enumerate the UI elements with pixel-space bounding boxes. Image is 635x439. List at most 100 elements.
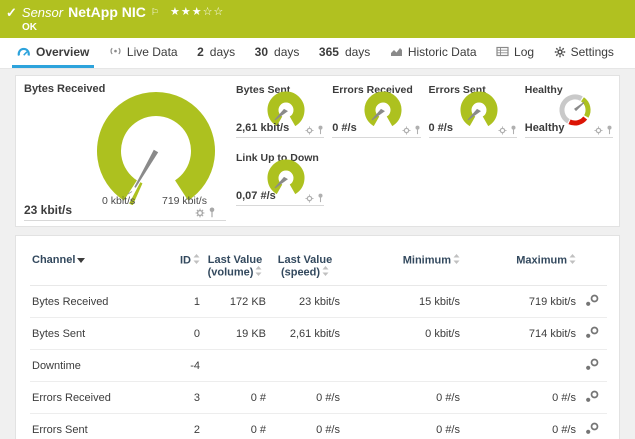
maximum-value: 719 kbit/s [462,286,578,318]
pin-gauge-icon[interactable] [414,125,421,135]
last-value-volume: 172 KB [202,286,268,318]
last-value-volume: 0 # [202,414,268,439]
channel-id: -4 [164,350,202,382]
stars-filled: ★★★ [170,6,203,18]
primary-gauge-bytes-received[interactable]: Bytes Received 0 kbit/s 719 kbit/s 23 kb… [16,76,234,226]
col-header-maximum[interactable]: Maximum [462,246,578,286]
gauge-current-value: 2,61 kbit/s [236,122,289,134]
gauge-settings-icon[interactable] [195,208,205,218]
overview-content: Bytes Received 0 kbit/s 719 kbit/s 23 kb… [0,69,635,439]
gauge-scale-min: 0 kbit/s [102,195,135,207]
col-header-last-value-volume[interactable]: Last Value (volume) [202,246,268,286]
sort-icon [322,266,329,276]
col-header-last-value-speed[interactable]: Last Value (speed) [268,246,342,286]
channel-settings-icon[interactable] [585,390,600,403]
small-gauges-grid: Bytes Sent 2,61 kbit/s Errors Received [236,79,615,215]
maximum-value [462,350,578,382]
small-gauge-link-up-to-down[interactable]: Link Up to Down 0,07 #/s [236,147,326,215]
tab-historic-data[interactable]: Historic Data [385,38,482,68]
table-row: Downtime -4 [30,350,607,382]
pin-gauge-icon[interactable] [317,193,324,203]
gauge-needle [134,150,158,188]
sensor-header: ✓ Sensor NetApp NIC ⚐ ★★★☆☆ OK [0,0,635,38]
priority-stars[interactable]: ★★★☆☆ [170,4,224,21]
channel-id: 2 [164,414,202,439]
last-value-speed: 2,61 kbit/s [268,318,342,350]
sensor-title: NetApp NIC [68,4,146,21]
channel-name: Bytes Sent [30,318,164,350]
sort-icon [453,254,460,264]
gear-icon [554,46,566,58]
tab-label: Live Data [127,45,178,59]
tab-overview[interactable]: Overview [12,38,94,68]
gauge-needle [574,102,585,111]
minimum-value [342,350,462,382]
area-chart-icon [390,46,403,57]
channel-name: Bytes Received [30,286,164,318]
col-header-minimum[interactable]: Minimum [342,246,462,286]
gauge-current-value: 0 #/s [429,122,453,134]
channel-name: Downtime [30,350,164,382]
channel-id: 1 [164,286,202,318]
last-value-volume: 0 # [202,382,268,414]
tab-365-days[interactable]: 365days [314,38,375,68]
tab-live-data[interactable]: Live Data [104,38,183,68]
gauge-settings-icon[interactable] [402,126,411,135]
channel-settings-icon[interactable] [585,326,600,339]
gauge-settings-icon[interactable] [498,126,507,135]
divider [525,137,613,138]
stars-empty: ☆☆ [203,6,225,18]
tab-label: Historic Data [408,45,477,59]
tab-settings[interactable]: Settings [549,38,619,68]
channel-settings-icon[interactable] [585,294,600,307]
flag-icon[interactable]: ⚐ [151,4,159,21]
col-header-actions [578,246,607,286]
pin-gauge-icon[interactable] [208,207,216,218]
col-header-id[interactable]: ID [164,246,202,286]
col-header-channel[interactable]: Channel [30,246,164,286]
last-value-volume [202,350,268,382]
channel-settings-icon[interactable] [585,422,600,435]
pin-gauge-icon[interactable] [317,125,324,135]
tab-log[interactable]: Log [491,38,539,68]
gauge-settings-icon[interactable] [594,126,603,135]
gauges-panel: Bytes Received 0 kbit/s 719 kbit/s 23 kb… [15,75,620,227]
gauge-icon [17,46,31,57]
channel-id: 0 [164,318,202,350]
channel-settings-icon[interactable] [585,358,600,371]
small-gauge-errors-sent[interactable]: Errors Sent 0 #/s [429,79,519,147]
radial-gauge [81,85,231,205]
gauge-settings-icon[interactable] [305,194,314,203]
maximum-value: 0 #/s [462,414,578,439]
divider [236,205,324,206]
prtg-sensor-page: ✓ Sensor NetApp NIC ⚐ ★★★☆☆ OK Overview … [0,0,635,439]
sensor-type-label: Sensor [22,4,63,21]
small-gauge-healthy[interactable]: Healthy Healthy [525,79,615,147]
last-value-speed: 0 #/s [268,382,342,414]
tab-30-days[interactable]: 30days [250,38,305,68]
tab-label: Overview [36,45,89,59]
divider [332,137,420,138]
pin-gauge-icon[interactable] [510,125,517,135]
divider [24,220,226,221]
minimum-value: 0 kbit/s [342,318,462,350]
table-header-row: Channel ID Last Value (volume) Last Valu… [30,246,607,286]
tab-2-days[interactable]: 2days [192,38,240,68]
status-ok-check-icon: ✓ [6,4,17,21]
last-value-speed: 23 kbit/s [268,286,342,318]
divider [429,137,517,138]
radial-gauge [455,88,505,130]
gauge-settings-icon[interactable] [305,126,314,135]
small-gauge-errors-received[interactable]: Errors Received 0 #/s [332,79,422,147]
table-row: Errors Received 3 0 # 0 #/s 0 #/s 0 #/s [30,382,607,414]
tab-bar: Overview Live Data 2days 30days 365days … [0,38,635,69]
gauge-current-value: Healthy [525,122,565,134]
channel-name: Errors Sent [30,414,164,439]
minimum-value: 15 kbit/s [342,286,462,318]
sort-icon [255,266,262,276]
status-text: OK [22,22,37,33]
pin-gauge-icon[interactable] [606,125,613,135]
channels-table: Channel ID Last Value (volume) Last Valu… [30,246,607,439]
small-gauge-bytes-sent[interactable]: Bytes Sent 2,61 kbit/s [236,79,326,147]
sort-icon [569,254,576,264]
